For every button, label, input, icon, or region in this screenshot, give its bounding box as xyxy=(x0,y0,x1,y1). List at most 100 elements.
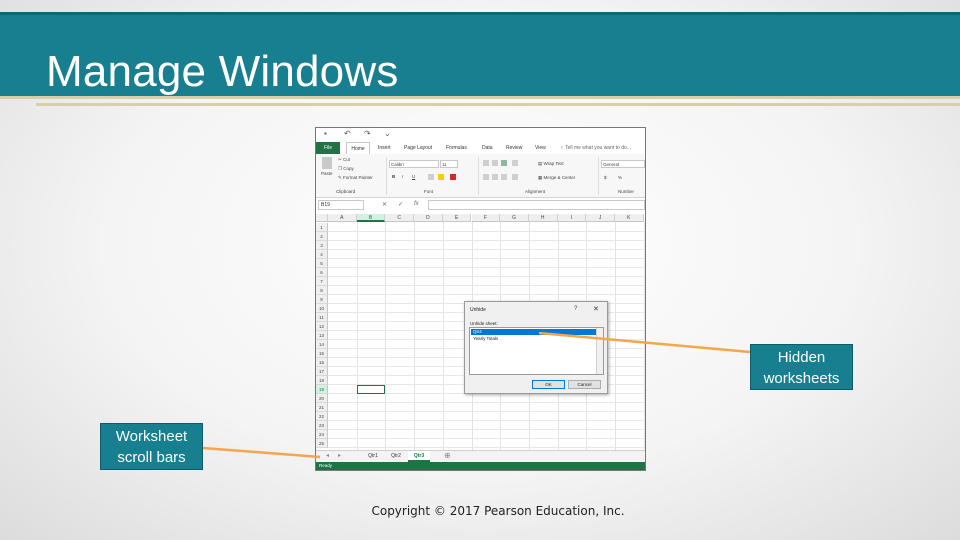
row-header-24[interactable]: 24 xyxy=(316,430,328,439)
row-header-5[interactable]: 5 xyxy=(316,259,328,268)
list-item[interactable]: Qtr4 xyxy=(471,329,596,335)
column-header-a[interactable]: A xyxy=(328,214,357,222)
column-header-c[interactable]: C xyxy=(385,214,415,222)
tab-page-layout[interactable]: Page Layout xyxy=(404,142,432,154)
column-header-j[interactable]: J xyxy=(586,214,615,222)
ok-button[interactable]: OK xyxy=(532,380,565,389)
cut-button[interactable]: ✂ Cut xyxy=(338,157,350,163)
row-header-21[interactable]: 21 xyxy=(316,403,328,412)
underline-button[interactable]: U xyxy=(412,174,415,179)
formula-input[interactable] xyxy=(428,200,645,210)
row-header-2[interactable]: 2 xyxy=(316,232,328,241)
row-header-22[interactable]: 22 xyxy=(316,412,328,421)
row-header-25[interactable]: 25 xyxy=(316,439,328,448)
cancel-entry-icon[interactable]: ✕ xyxy=(382,201,387,208)
row-header-13[interactable]: 13 xyxy=(316,331,328,340)
tab-file[interactable]: File xyxy=(316,142,340,154)
status-text: Ready xyxy=(319,463,333,468)
font-size-select[interactable]: 11 xyxy=(440,160,458,168)
row-header-3[interactable]: 3 xyxy=(316,241,328,250)
copy-button[interactable]: ❐ Copy xyxy=(338,166,354,172)
row-header-7[interactable]: 7 xyxy=(316,277,328,286)
row-header-6[interactable]: 6 xyxy=(316,268,328,277)
column-header-f[interactable]: F xyxy=(471,214,501,222)
italic-button[interactable]: I xyxy=(402,174,403,179)
font-color-icon[interactable] xyxy=(450,174,456,180)
row-header-20[interactable]: 20 xyxy=(316,394,328,403)
column-header-k[interactable]: K xyxy=(615,214,644,222)
row-header-4[interactable]: 4 xyxy=(316,250,328,259)
row-header-17[interactable]: 17 xyxy=(316,367,328,376)
align-center-icon[interactable] xyxy=(492,174,498,180)
insert-function-icon[interactable]: fx xyxy=(414,201,419,207)
bold-button[interactable]: B xyxy=(392,174,395,179)
align-bottom-icon[interactable] xyxy=(501,160,507,166)
tab-formulas[interactable]: Formulas xyxy=(446,142,467,154)
tab-insert[interactable]: Insert xyxy=(378,142,391,154)
save-icon[interactable]: ▪ xyxy=(324,129,327,138)
active-cell[interactable] xyxy=(356,385,386,394)
fill-color-icon[interactable] xyxy=(438,174,444,180)
merge-center-label: Merge & Center xyxy=(543,175,576,180)
tab-review[interactable]: Review xyxy=(506,142,522,154)
column-header-b[interactable]: B xyxy=(356,214,386,222)
close-icon[interactable]: ✕ xyxy=(593,305,599,313)
column-header-i[interactable]: I xyxy=(557,214,587,222)
sheet-tab-qtr3[interactable]: Qtr3 xyxy=(408,451,430,462)
sheet-scroll-right-icon[interactable]: ▸ xyxy=(338,452,341,459)
tab-home[interactable]: Home xyxy=(346,142,370,154)
number-format-select[interactable]: General xyxy=(601,160,645,168)
align-left-icon[interactable] xyxy=(483,174,489,180)
sheet-tab-qtr1[interactable]: Qtr1 xyxy=(362,451,384,462)
row-header-9[interactable]: 9 xyxy=(316,295,328,304)
column-header-h[interactable]: H xyxy=(528,214,558,222)
row-header-14[interactable]: 14 xyxy=(316,340,328,349)
row-header-16[interactable]: 16 xyxy=(316,358,328,367)
row-header-10[interactable]: 10 xyxy=(316,304,328,313)
row-header-23[interactable]: 23 xyxy=(316,421,328,430)
cancel-button[interactable]: Cancel xyxy=(568,380,601,389)
merge-center-button[interactable]: ▦ Merge & Center xyxy=(538,175,575,181)
currency-button[interactable]: $ xyxy=(604,175,607,180)
align-right-icon[interactable] xyxy=(501,174,507,180)
redo-icon[interactable]: ↷ xyxy=(364,129,371,138)
row-header-18[interactable]: 18 xyxy=(316,376,328,385)
column-header-g[interactable]: G xyxy=(500,214,529,222)
customize-toolbar-icon[interactable]: ⌄ xyxy=(384,129,391,138)
column-header-d[interactable]: D xyxy=(414,214,443,222)
align-top-icon[interactable] xyxy=(483,160,489,166)
tab-data[interactable]: Data xyxy=(482,142,493,154)
column-header-e[interactable]: E xyxy=(442,214,472,222)
borders-icon[interactable] xyxy=(428,174,434,180)
list-item[interactable]: Yearly Totals xyxy=(471,336,596,342)
callout-hidden-worksheets: Hidden worksheets xyxy=(750,344,853,390)
sheet-scroll-left-icon[interactable]: ◂ xyxy=(326,452,329,459)
undo-icon[interactable]: ↶ xyxy=(344,129,351,138)
ribbon-separator xyxy=(598,157,599,195)
confirm-entry-icon[interactable]: ✓ xyxy=(398,201,403,208)
percent-button[interactable]: % xyxy=(618,175,622,180)
paste-icon[interactable] xyxy=(322,157,332,169)
format-painter-button[interactable]: ✎ Format Painter xyxy=(338,175,373,181)
help-icon[interactable]: ? xyxy=(574,306,577,312)
grid-row-line xyxy=(328,411,645,412)
row-header-19[interactable]: 19 xyxy=(316,385,328,394)
orientation-icon[interactable] xyxy=(512,160,518,166)
list-scrollbar[interactable] xyxy=(596,328,603,374)
font-name-select[interactable]: Calibri xyxy=(389,160,439,168)
tab-view[interactable]: View xyxy=(535,142,546,154)
row-header-1[interactable]: 1 xyxy=(316,223,328,232)
new-sheet-icon[interactable]: ⊕ xyxy=(444,451,451,460)
row-header-11[interactable]: 11 xyxy=(316,313,328,322)
hidden-sheets-list[interactable]: Qtr4 Yearly Totals xyxy=(469,327,604,375)
wrap-text-button[interactable]: ▤ Wrap Text xyxy=(538,161,564,167)
row-header-8[interactable]: 8 xyxy=(316,286,328,295)
row-header-12[interactable]: 12 xyxy=(316,322,328,331)
sheet-tab-qtr2[interactable]: Qtr2 xyxy=(385,451,407,462)
name-box[interactable]: B19 xyxy=(318,200,364,210)
tell-me-box[interactable]: ♀ Tell me what you want to do... xyxy=(560,142,631,154)
indent-icon[interactable] xyxy=(512,174,518,180)
align-middle-icon[interactable] xyxy=(492,160,498,166)
select-all-corner[interactable] xyxy=(316,214,328,222)
row-header-15[interactable]: 15 xyxy=(316,349,328,358)
